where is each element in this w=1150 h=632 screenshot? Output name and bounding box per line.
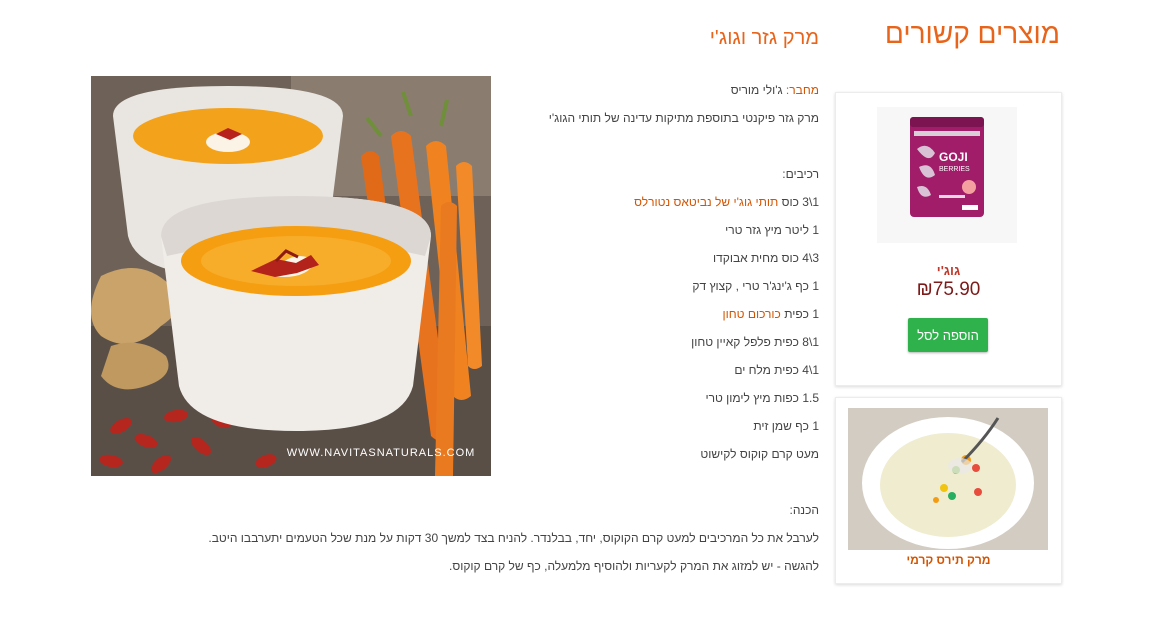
product-card: GOJI BERRIES גוג'י ₪75.90 הוספה לסל — [835, 92, 1062, 386]
photo-watermark: WWW.NAVITASNATURALS.COM — [287, 447, 476, 459]
ingredient-link[interactable]: תותי גוג'י של נביטאס נטורלס — [634, 195, 778, 209]
prep-step: להגשה - יש למזוג את המרק לקעריות ולהוסיף… — [449, 559, 819, 573]
prep-step: לערבל את כל המרכיבים למעט קרם הקוקוס, יח… — [208, 531, 819, 545]
goji-package-image: GOJI BERRIES — [910, 117, 984, 217]
author-label: מחבר: — [785, 83, 819, 97]
product-image[interactable]: GOJI BERRIES — [877, 107, 1017, 243]
product-name[interactable]: גוג'י — [836, 263, 1061, 278]
ingredient-link[interactable]: כורכום טחון — [723, 307, 781, 321]
recipe-title: מרק גזר וגוג'י — [709, 27, 819, 49]
related-recipe-card[interactable]: מרק תירס קרמי — [835, 397, 1062, 584]
related-recipe-name[interactable]: מרק תירס קרמי — [836, 553, 1061, 567]
package-subtitle-text: BERRIES — [939, 166, 970, 173]
package-brand-text: GOJI — [939, 150, 968, 164]
author-name: ג'ולי מוריס — [730, 83, 783, 97]
product-price: ₪75.90 — [916, 279, 981, 300]
add-to-cart-button[interactable]: הוספה לסל — [908, 318, 988, 352]
prep-label: הכנה: — [789, 503, 819, 517]
related-products-title: מוצרים קשורים — [884, 18, 1060, 49]
carrot-soup-photo: WWW.NAVITASNATURALS.COM — [91, 76, 491, 476]
corn-soup-image[interactable] — [848, 408, 1048, 550]
